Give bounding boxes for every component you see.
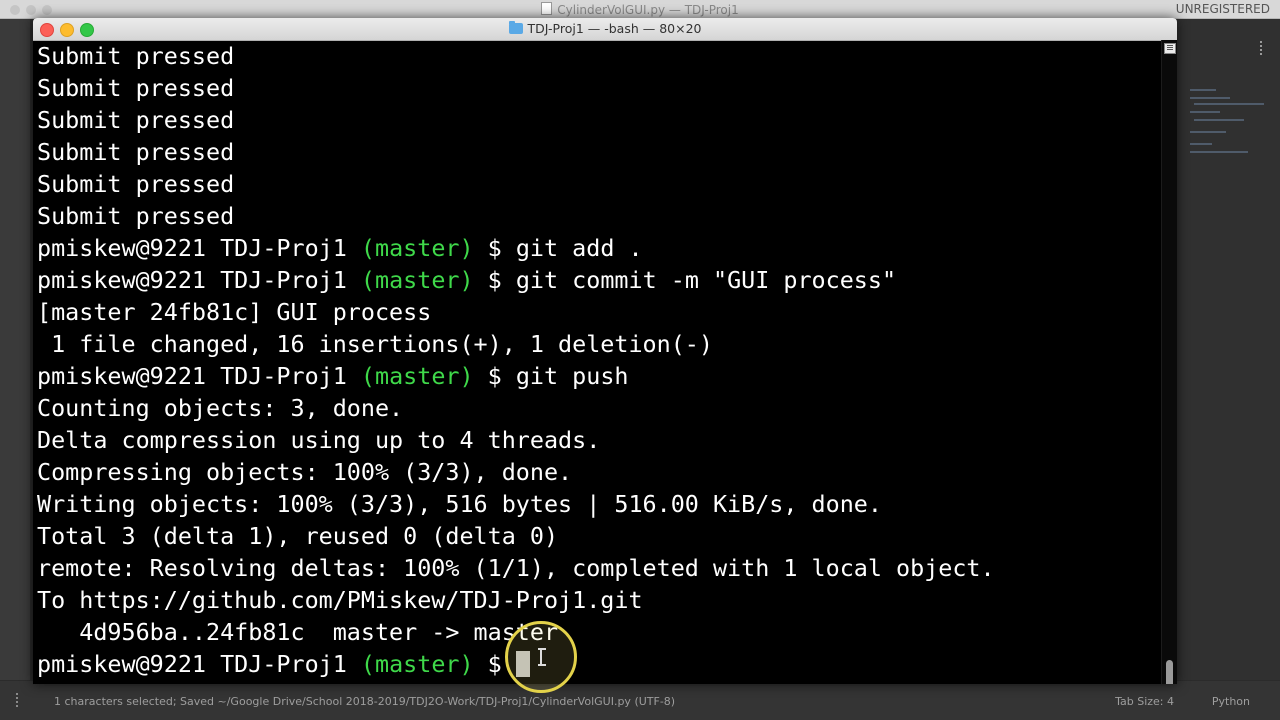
editor-status-bar: 1 characters selected; Saved ~/Google Dr… (0, 681, 1280, 720)
terminal-command-line: pmiskew@9221 TDJ-Proj1 (master) $ git pu… (37, 360, 1162, 392)
syntax-selector[interactable]: Python (1212, 695, 1250, 708)
ibeam-cursor-icon (538, 648, 546, 666)
minimap-menu-icon[interactable] (1260, 41, 1266, 55)
editor-minimap[interactable] (1176, 19, 1280, 680)
prompt-user-host: pmiskew@9221 TDJ-Proj1 (37, 650, 361, 678)
terminal-command-line: pmiskew@9221 TDJ-Proj1 (master) $ (37, 648, 1162, 680)
prompt-symbol: $ (473, 362, 516, 390)
tab-size-selector[interactable]: Tab Size: 4 (1115, 695, 1174, 708)
document-icon (541, 2, 553, 15)
terminal-output-line: remote: Resolving deltas: 100% (1/1), co… (37, 554, 995, 582)
terminal-command-line: pmiskew@9221 TDJ-Proj1 (master) $ git co… (37, 264, 1162, 296)
prompt-symbol: $ (473, 266, 516, 294)
prompt-user-host: pmiskew@9221 TDJ-Proj1 (37, 266, 361, 294)
terminal-output-line: Compressing objects: 100% (3/3), done. (37, 458, 573, 486)
terminal-title: TDJ-Proj1 — -bash — 80×20 (33, 21, 1177, 36)
terminal-output-line: Total 3 (delta 1), reused 0 (delta 0) (37, 522, 559, 550)
terminal-output[interactable]: Submit pressed Submit pressed Submit press… (37, 40, 1162, 684)
terminal-output-line: Submit pressed (37, 106, 235, 134)
scrollbar-thumb[interactable] (1166, 660, 1173, 684)
terminal-output-line: Submit pressed (37, 42, 235, 70)
terminal-output-line: 4d956ba..24fb81c master -> master (37, 618, 559, 646)
prompt-symbol: $ (473, 234, 516, 262)
terminal-output-line: Submit pressed (37, 138, 235, 166)
terminal-output-line: To https://github.com/PMiskew/TDJ-Proj1.… (37, 586, 643, 614)
editor-gutter (0, 19, 30, 680)
terminal-output-line: 1 file changed, 16 insertions(+), 1 dele… (37, 330, 713, 358)
prompt-branch: (master) (360, 362, 474, 390)
terminal-output-line: Submit pressed (37, 202, 235, 230)
terminal-command-line: pmiskew@9221 TDJ-Proj1 (master) $ git ad… (37, 232, 1162, 264)
terminal-titlebar[interactable]: TDJ-Proj1 — -bash — 80×20 (33, 18, 1177, 41)
terminal-output-line: Counting objects: 3, done. (37, 394, 404, 422)
prompt-branch: (master) (360, 650, 474, 678)
terminal-window[interactable]: TDJ-Proj1 — -bash — 80×20 Submit pressed… (33, 18, 1177, 684)
command-text: git push (515, 362, 629, 390)
status-message: 1 characters selected; Saved ~/Google Dr… (54, 695, 676, 708)
editor-title: CylinderVolGUI.py — TDJ-Proj1 (0, 2, 1280, 17)
prompt-branch: (master) (360, 234, 474, 262)
terminal-output-line: Submit pressed (37, 74, 235, 102)
prompt-user-host: pmiskew@9221 TDJ-Proj1 (37, 362, 361, 390)
terminal-output-line: [master 24fb81c] GUI process (37, 298, 432, 326)
unregistered-label: UNREGISTERED (1175, 2, 1270, 16)
command-text: git add . (515, 234, 643, 262)
terminal-output-line: Submit pressed (37, 170, 235, 198)
terminal-output-line: Delta compression using up to 4 threads. (37, 426, 601, 454)
panel-toggle-icon[interactable] (16, 693, 24, 707)
terminal-scrollbar[interactable] (1161, 40, 1177, 684)
split-pane-icon[interactable] (1164, 43, 1176, 54)
editor-titlebar: CylinderVolGUI.py — TDJ-Proj1 UNREGISTER… (0, 0, 1280, 19)
prompt-branch: (master) (360, 266, 474, 294)
terminal-output-line: Writing objects: 100% (3/3), 516 bytes |… (37, 490, 882, 518)
command-text: git commit -m "GUI process" (515, 266, 897, 294)
folder-icon (508, 21, 523, 34)
prompt-user-host: pmiskew@9221 TDJ-Proj1 (37, 234, 361, 262)
